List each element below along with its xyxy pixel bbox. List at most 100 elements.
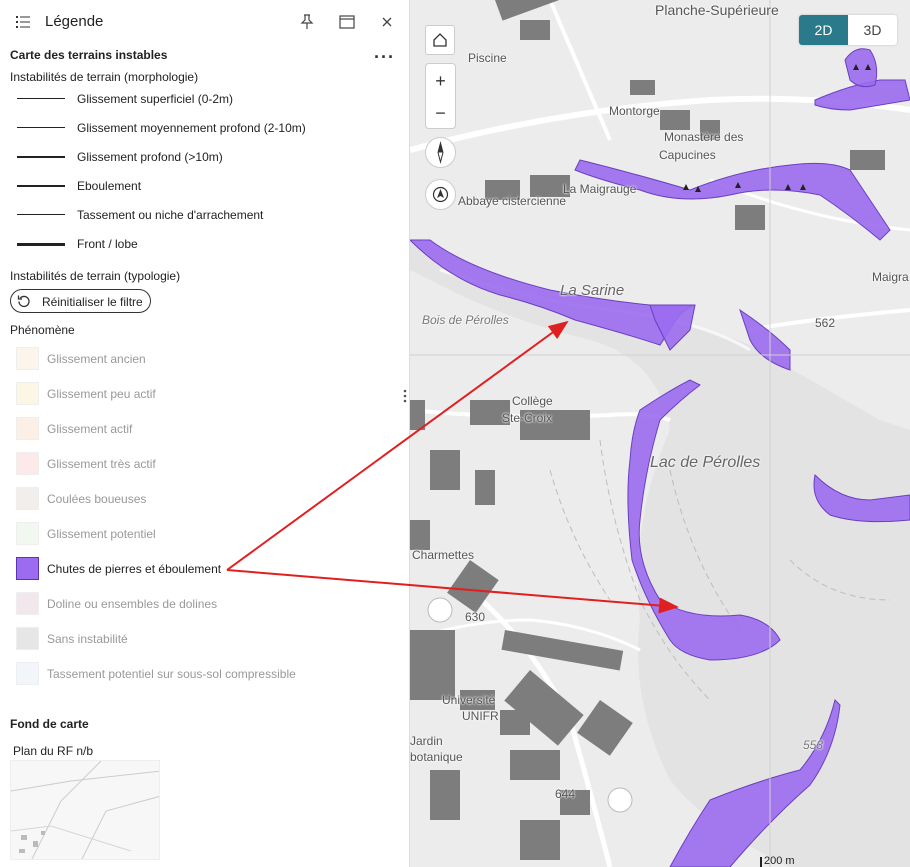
map-label-alt-562: 562 bbox=[815, 316, 836, 330]
phenomenon-swatch bbox=[16, 347, 39, 370]
map-label-capucines: Capucines bbox=[659, 148, 716, 162]
scale-tick bbox=[760, 857, 762, 867]
pin-icon[interactable] bbox=[298, 13, 316, 31]
map-label-botanique: botanique bbox=[410, 750, 463, 764]
map-label-charmettes: Charmettes bbox=[412, 548, 475, 562]
phenomenon-label: Tassement potentiel sur sous-sol compres… bbox=[47, 667, 296, 681]
phenomenon-title: Phénomène bbox=[10, 323, 75, 337]
legend-list-icon[interactable] bbox=[14, 13, 32, 31]
line-item-label: Front / lobe bbox=[77, 237, 138, 251]
layer-title: Carte des terrains instables bbox=[10, 48, 168, 62]
locate-button[interactable] bbox=[425, 179, 456, 210]
map-label-college: Collège bbox=[512, 394, 553, 408]
panel-header: Légende bbox=[0, 0, 410, 44]
line-item-tassement: Tassement ou niche d'arrachement bbox=[0, 206, 400, 224]
phenomenon-item[interactable]: Doline ou ensembles de dolines bbox=[0, 591, 400, 617]
map-label-alt-644: 644 bbox=[555, 787, 576, 801]
phenomenon-swatch bbox=[16, 487, 39, 510]
phenomenon-item[interactable]: Glissement peu actif bbox=[0, 381, 400, 407]
line-sample bbox=[17, 127, 65, 128]
line-item-medium: Glissement moyennement profond (2-10m) bbox=[0, 119, 400, 137]
phenomenon-item[interactable]: Sans instabilité bbox=[0, 626, 400, 652]
phenomenon-swatch bbox=[16, 662, 39, 685]
map-label-maigrauge: La Maigrauge bbox=[563, 182, 637, 196]
map-label-universite: Université bbox=[442, 693, 496, 707]
map-label-montorge: Montorge bbox=[609, 104, 660, 118]
view-3d-button[interactable]: 3D bbox=[848, 15, 897, 45]
line-item-front: Front / lobe bbox=[0, 235, 400, 253]
scale-label: 200 m bbox=[764, 855, 795, 867]
compass-button[interactable] bbox=[425, 137, 456, 168]
map-view[interactable]: Planche-Supérieure Piscine Montorge Mona… bbox=[410, 0, 910, 867]
map-label-bois: Bois de Pérolles bbox=[422, 313, 509, 327]
zoom-in-button[interactable]: + bbox=[426, 64, 455, 98]
close-icon[interactable] bbox=[378, 13, 396, 31]
phenomenon-swatch bbox=[16, 627, 39, 650]
line-item-label: Tassement ou niche d'arrachement bbox=[77, 208, 264, 222]
phenomenon-label: Coulées boueuses bbox=[47, 492, 147, 506]
phenomenon-label: Glissement potentiel bbox=[47, 527, 156, 541]
map-label-alt-553: 553 bbox=[803, 738, 824, 752]
line-sample bbox=[17, 156, 65, 158]
line-sample bbox=[17, 214, 65, 215]
phenomenon-label: Glissement ancien bbox=[47, 352, 146, 366]
phenomenon-item[interactable]: Coulées boueuses bbox=[0, 486, 400, 512]
map-label-sarine: La Sarine bbox=[560, 282, 625, 299]
phenomenon-swatch bbox=[16, 522, 39, 545]
basemap-title: Fond de carte bbox=[10, 717, 89, 731]
locate-icon bbox=[432, 186, 449, 203]
compass-icon bbox=[437, 141, 444, 164]
phenomenon-label: Doline ou ensembles de dolines bbox=[47, 597, 218, 611]
phenomenon-item[interactable]: Glissement ancien bbox=[0, 346, 400, 372]
map-label-piscine: Piscine bbox=[468, 51, 507, 65]
phenomenon-label: Glissement actif bbox=[47, 422, 133, 436]
phenomenon-item[interactable]: Glissement actif bbox=[0, 416, 400, 442]
line-item-label: Glissement moyennement profond (2-10m) bbox=[77, 121, 306, 135]
phenomenon-item[interactable]: Chutes de pierres et éboulement bbox=[0, 556, 400, 582]
basemap-thumbnail[interactable] bbox=[10, 760, 160, 860]
line-item-label: Eboulement bbox=[77, 179, 142, 193]
map-label-maigrauge-right: Maigra bbox=[872, 270, 909, 284]
view-toggle: 2D 3D bbox=[799, 15, 897, 45]
map-label-alt-630: 630 bbox=[465, 610, 486, 624]
phenomenon-swatch bbox=[16, 382, 39, 405]
view-2d-button[interactable]: 2D bbox=[799, 15, 848, 45]
phenomenon-label: Glissement très actif bbox=[47, 457, 156, 471]
phenomenon-item[interactable]: Glissement potentiel bbox=[0, 521, 400, 547]
home-button[interactable] bbox=[425, 25, 455, 55]
legend-panel: Légende Carte des terrains instables ···… bbox=[0, 0, 410, 867]
map-label-planche: Planche-Supérieure bbox=[655, 2, 779, 18]
line-sample bbox=[17, 98, 65, 99]
phenomenon-item[interactable]: Tassement potentiel sur sous-sol compres… bbox=[0, 661, 400, 687]
map-label-monastere: Monastère des bbox=[664, 130, 744, 144]
phenomenon-swatch bbox=[16, 417, 39, 440]
map-label-lac: Lac de Pérolles bbox=[650, 454, 761, 471]
window-icon[interactable] bbox=[338, 13, 356, 31]
more-options-icon[interactable]: ··· bbox=[374, 48, 394, 66]
line-item-superficial: Glissement superficiel (0-2m) bbox=[0, 90, 400, 108]
zoom-controls: + − bbox=[425, 63, 456, 129]
phenomenon-swatch bbox=[16, 452, 39, 475]
line-sample bbox=[17, 185, 65, 187]
phenomenon-label: Sans instabilité bbox=[47, 632, 128, 646]
reset-icon bbox=[17, 295, 30, 308]
basemap-name: Plan du RF n/b bbox=[13, 744, 94, 758]
line-sample bbox=[17, 243, 65, 246]
line-item-label: Glissement profond (>10m) bbox=[77, 150, 223, 164]
phenomenon-item[interactable]: Glissement très actif bbox=[0, 451, 400, 477]
line-item-label: Glissement superficiel (0-2m) bbox=[77, 92, 234, 106]
reset-filter-button[interactable]: Réinitialiser le filtre bbox=[10, 289, 151, 313]
zoom-out-button[interactable]: − bbox=[426, 96, 455, 130]
morphology-title: Instabilités de terrain (morphologie) bbox=[10, 70, 199, 84]
phenomenon-label: Chutes de pierres et éboulement bbox=[47, 562, 222, 576]
resize-handle[interactable] bbox=[403, 388, 407, 404]
map-label-ste-croix: Ste-Croix bbox=[502, 411, 553, 425]
phenomenon-swatch bbox=[16, 557, 39, 580]
map-label-unifr: UNIFR bbox=[462, 709, 499, 723]
scale-bar: 200 m bbox=[760, 855, 795, 867]
phenomenon-swatch bbox=[16, 592, 39, 615]
phenomenon-label: Glissement peu actif bbox=[47, 387, 156, 401]
line-item-eboulement: Eboulement bbox=[0, 177, 400, 195]
line-item-deep: Glissement profond (>10m) bbox=[0, 148, 400, 166]
map-label-abbaye: Abbaye cistercienne bbox=[458, 194, 567, 208]
